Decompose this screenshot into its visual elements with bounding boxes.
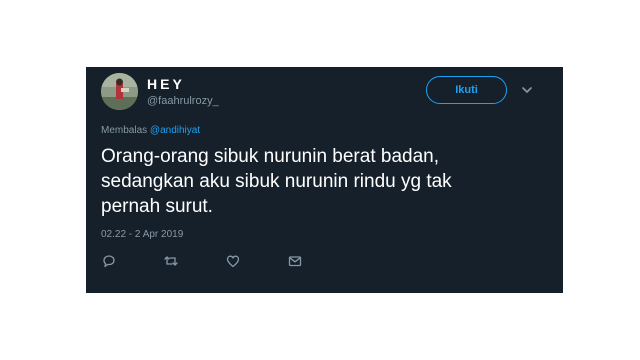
timestamp[interactable]: 02.22 - 2 Apr 2019 xyxy=(101,229,183,240)
retweet-icon[interactable] xyxy=(163,253,179,269)
tweet-text-line: Orang-orang sibuk nurunin berat badan, xyxy=(101,146,440,167)
chevron-down-icon[interactable] xyxy=(520,83,534,97)
reply-context: Membalas @andihiyat xyxy=(101,125,200,136)
username[interactable]: @faahrulrozy_ xyxy=(147,95,219,107)
tweet-text-line: pernah surut. xyxy=(101,196,213,217)
display-name[interactable]: HEY xyxy=(147,76,185,92)
reply-icon[interactable] xyxy=(101,253,117,269)
envelope-icon[interactable] xyxy=(287,253,303,269)
reply-mention-link[interactable]: @andihiyat xyxy=(150,125,200,136)
page: HEY @faahrulrozy_ Ikuti Membalas @andihi… xyxy=(0,0,640,360)
tweet-text-line: sedangkan aku sibuk nurunin rindu yg tak xyxy=(101,171,452,192)
heart-icon[interactable] xyxy=(225,253,241,269)
reply-prefix: Membalas xyxy=(101,125,148,136)
tweet-card: HEY @faahrulrozy_ Ikuti Membalas @andihi… xyxy=(86,67,563,293)
tweet-text: Orang-orang sibuk nurunin berat badan, s… xyxy=(101,144,551,219)
follow-button[interactable]: Ikuti xyxy=(426,76,507,104)
avatar-image xyxy=(101,73,138,110)
avatar[interactable] xyxy=(101,73,138,110)
